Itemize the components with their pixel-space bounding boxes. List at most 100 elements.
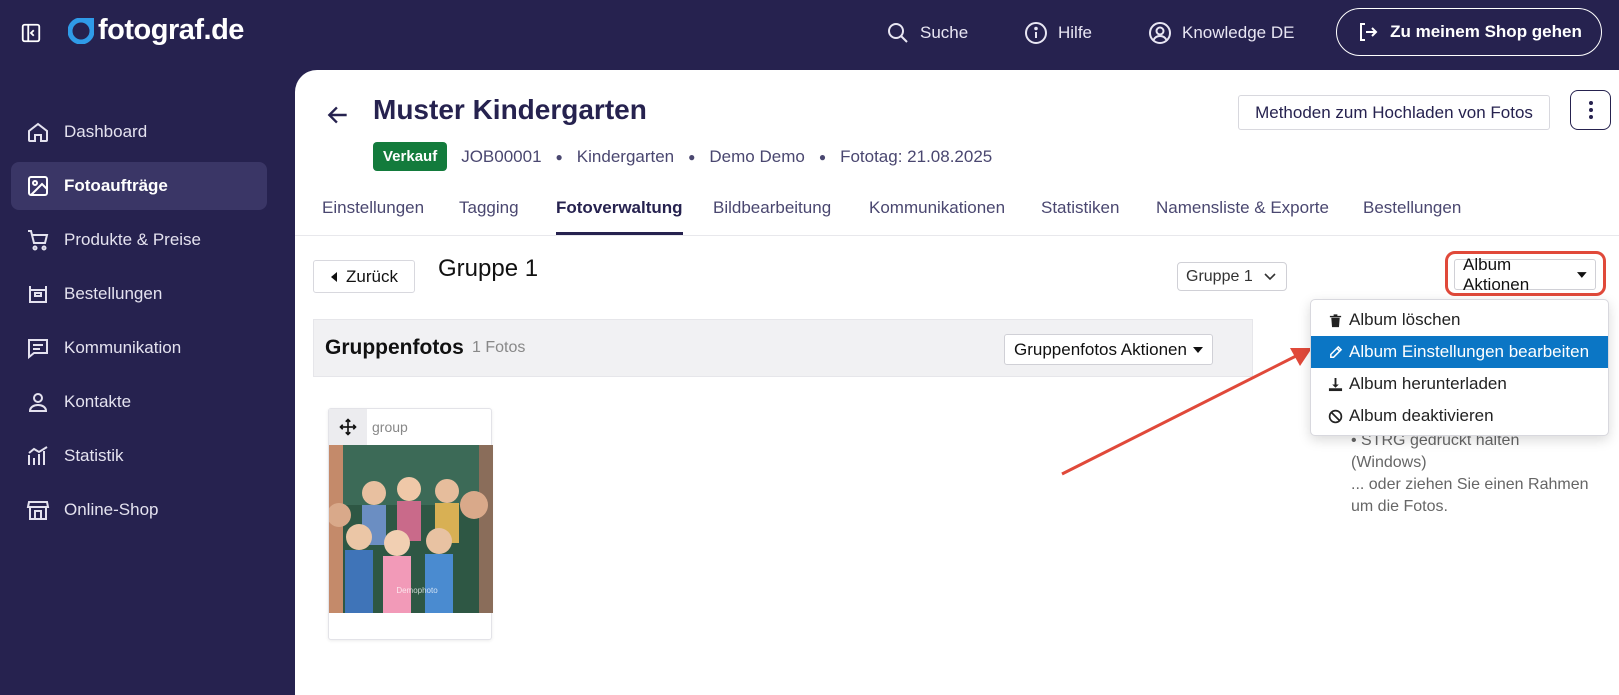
section-title: Gruppenfotos bbox=[325, 336, 464, 359]
person-icon bbox=[28, 393, 48, 412]
sidebar-item-label: Produkte & Preise bbox=[64, 230, 202, 249]
sidebar-item-label: Dashboard bbox=[64, 122, 148, 141]
album-actions-menu: Album löschen Album Einstellungen bearbe… bbox=[1310, 299, 1609, 436]
help-label: Hilfe bbox=[1058, 23, 1093, 42]
sidebar-item-label: Kommunikation bbox=[64, 338, 182, 357]
group-select[interactable]: Gruppe 1 bbox=[1177, 262, 1287, 291]
sidebar-item-label: Kontakte bbox=[64, 392, 132, 411]
message-icon bbox=[28, 339, 48, 360]
account-link[interactable]: Knowledge DE bbox=[1148, 19, 1294, 47]
menu-item-label: Album Einstellungen bearbeiten bbox=[1349, 342, 1590, 361]
group-photo-image: Demophoto bbox=[329, 445, 493, 613]
sidebar-toggle-icon[interactable] bbox=[20, 22, 42, 44]
group-title: Gruppe 1 bbox=[438, 255, 539, 282]
help-line: ... oder ziehen Sie einen Rahmen um die … bbox=[1351, 476, 1589, 515]
tab-tagging[interactable]: Tagging bbox=[459, 198, 519, 232]
menu-item-download-album[interactable]: Album herunterladen bbox=[1311, 368, 1608, 400]
separator-dot: ● bbox=[818, 149, 827, 164]
tab-fotoverwaltung[interactable]: Fotoverwaltung bbox=[556, 198, 683, 235]
chart-icon bbox=[28, 446, 48, 465]
sidebar-item-statistik[interactable]: Statistik bbox=[11, 432, 267, 480]
tab-bestellungen[interactable]: Bestellungen bbox=[1363, 198, 1461, 232]
download-icon bbox=[1328, 377, 1343, 391]
account-label: Knowledge DE bbox=[1182, 23, 1295, 42]
group-photos-actions-label: Gruppenfotos Aktionen bbox=[1014, 339, 1187, 359]
job-customer: Demo Demo bbox=[709, 146, 805, 166]
ban-icon bbox=[1328, 409, 1343, 423]
go-to-shop-label: Zu meinem Shop gehen bbox=[1390, 22, 1582, 41]
tab-einstellungen[interactable]: Einstellungen bbox=[322, 198, 424, 232]
menu-item-deactivate-album[interactable]: Album deaktivieren bbox=[1311, 400, 1608, 432]
album-actions-button[interactable]: Album Aktionen bbox=[1454, 255, 1596, 294]
watermark-text: Demophoto bbox=[396, 586, 438, 595]
job-id: JOB00001 bbox=[461, 146, 542, 166]
album-actions-highlight: Album Aktionen bbox=[1445, 251, 1606, 296]
search-label: Suche bbox=[920, 23, 969, 42]
back-arrow-icon[interactable] bbox=[325, 102, 351, 128]
album-actions-label: Album Aktionen bbox=[1463, 254, 1530, 294]
menu-item-label: Album löschen bbox=[1349, 310, 1461, 329]
logo-mark-icon bbox=[68, 17, 94, 44]
logo-text: fotograf.de bbox=[98, 14, 244, 46]
tab-kommunikationen[interactable]: Kommunikationen bbox=[869, 198, 1005, 232]
tab-statistiken[interactable]: Statistiken bbox=[1041, 198, 1119, 232]
menu-item-edit-album-settings[interactable]: Album Einstellungen bearbeiten bbox=[1311, 336, 1608, 368]
sidebar-item-label: Online-Shop bbox=[64, 500, 159, 519]
chevron-down-icon bbox=[1264, 272, 1276, 280]
sidebar-item-online-shop[interactable]: Online-Shop bbox=[11, 486, 267, 534]
cart-icon bbox=[28, 230, 49, 251]
photo-label: group bbox=[372, 419, 408, 435]
info-icon bbox=[1025, 22, 1047, 44]
separator-dot: ● bbox=[688, 149, 696, 164]
sidebar-item-label: Fotoaufträge bbox=[64, 176, 168, 195]
section-photo-count: 1 Fotos bbox=[472, 339, 526, 356]
job-type: Kindergarten bbox=[576, 146, 675, 166]
caret-left-icon bbox=[331, 271, 338, 282]
search-icon bbox=[888, 23, 908, 43]
user-circle-icon bbox=[1149, 22, 1171, 44]
pencil-icon bbox=[1330, 345, 1343, 358]
group-photos-actions-button[interactable]: Gruppenfotos Aktionen bbox=[1004, 334, 1213, 365]
sidebar-item-kommunikation[interactable]: Kommunikation bbox=[11, 324, 267, 372]
group-photo-thumbnail[interactable]: Demophoto bbox=[329, 445, 493, 613]
more-options-button[interactable] bbox=[1570, 90, 1611, 130]
job-meta: Verkauf JOB00001 ● Kindergarten ● Demo D… bbox=[373, 142, 992, 171]
photo-card[interactable]: group Demophoto bbox=[328, 408, 493, 640]
tab-namensliste[interactable]: Namensliste & Exporte bbox=[1156, 198, 1329, 232]
menu-item-label: Album deaktivieren bbox=[1349, 406, 1494, 425]
search-link[interactable]: Suche bbox=[886, 19, 968, 47]
go-to-shop-button[interactable]: Zu meinem Shop gehen bbox=[1336, 8, 1602, 56]
menu-item-label: Album herunterladen bbox=[1349, 374, 1507, 393]
menu-item-delete-album[interactable]: Album löschen bbox=[1311, 304, 1608, 336]
home-icon bbox=[28, 122, 48, 142]
store-icon bbox=[26, 501, 50, 520]
caret-down-icon bbox=[1577, 271, 1587, 278]
back-button[interactable]: Zurück bbox=[313, 260, 415, 293]
sidebar-item-label: Statistik bbox=[64, 446, 124, 465]
sidebar-item-dashboard[interactable]: Dashboard bbox=[11, 108, 267, 156]
sidebar-item-kontakte[interactable]: Kontakte bbox=[11, 378, 267, 426]
help-line: • STRG gedrückt halten (Windows) bbox=[1351, 432, 1520, 471]
tab-bildbearbeitung[interactable]: Bildbearbeitung bbox=[713, 198, 831, 232]
group-photos-header: Gruppenfotos 1 Fotos Gruppenfotos Aktion… bbox=[313, 319, 1253, 377]
tab-bar: Einstellungen Tagging Fotoverwaltung Bil… bbox=[295, 182, 1619, 236]
trash-icon bbox=[1329, 313, 1342, 327]
group-select-value: Gruppe 1 bbox=[1186, 267, 1253, 285]
sidebar-item-fotoauftraege[interactable]: Fotoaufträge bbox=[11, 162, 267, 210]
sidebar-item-bestellungen[interactable]: Bestellungen bbox=[11, 270, 267, 318]
drag-handle[interactable] bbox=[329, 409, 367, 445]
image-icon bbox=[28, 176, 48, 196]
page-title: Muster Kindergarten bbox=[373, 94, 647, 125]
selection-help-text: • STRG gedrückt halten (Windows) ... ode… bbox=[1351, 430, 1591, 518]
sidebar-item-produkte[interactable]: Produkte & Preise bbox=[11, 216, 267, 264]
top-bar: fotograf.de Suche Hilfe Knowledge DE Zu … bbox=[0, 0, 1619, 66]
separator-dot: ● bbox=[555, 149, 563, 164]
status-badge: Verkauf bbox=[373, 142, 448, 171]
caret-down-icon bbox=[1193, 346, 1203, 353]
vertical-dots-icon bbox=[1588, 101, 1593, 119]
upload-methods-button[interactable]: Methoden zum Hochladen von Fotos bbox=[1238, 95, 1550, 130]
help-link[interactable]: Hilfe bbox=[1024, 19, 1092, 47]
logo[interactable]: fotograf.de bbox=[68, 14, 244, 47]
box-icon bbox=[29, 286, 47, 303]
back-button-label: Zurück bbox=[346, 266, 398, 286]
